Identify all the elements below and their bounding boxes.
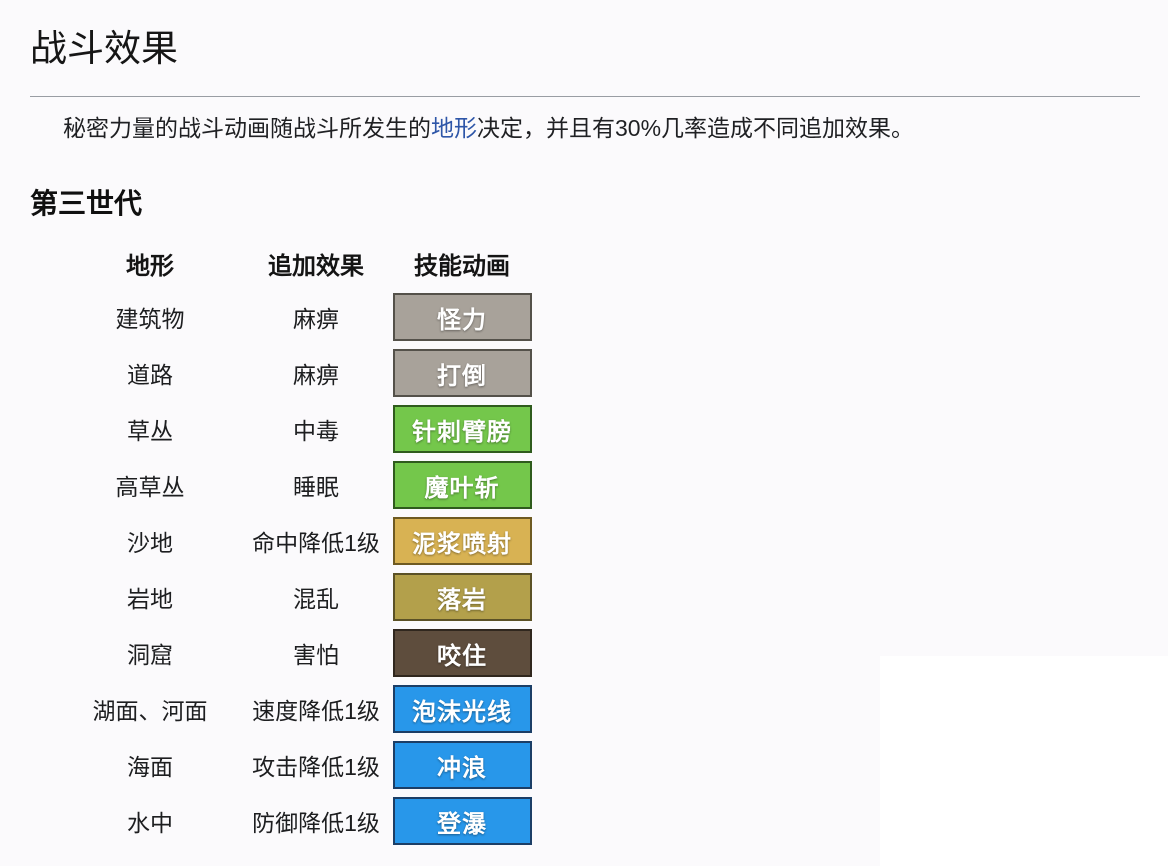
header-effect: 追加效果 xyxy=(240,246,392,281)
animation-box[interactable]: 落岩 xyxy=(393,573,532,621)
terrain-cell: 沙地 xyxy=(60,524,240,558)
terrain-cell: 岩地 xyxy=(60,580,240,614)
terrain-table-body: 建筑物 麻痹 怪力 道路 麻痹 打倒 草丛 中毒 针刺臂膀 高草丛 睡眠 魔叶斩… xyxy=(60,289,1140,849)
terrain-cell: 洞窟 xyxy=(60,636,240,670)
table-header-row: 地形 追加效果 技能动画 xyxy=(60,237,1140,289)
intro-text-after-link: 决定，并且有30%几率造成不同追加效果。 xyxy=(477,115,914,141)
effect-link[interactable]: 睡眠 xyxy=(240,468,392,502)
terrain-link[interactable]: 地形 xyxy=(431,115,477,141)
table-row: 建筑物 麻痹 怪力 xyxy=(60,289,1140,345)
animation-box[interactable]: 打倒 xyxy=(393,349,532,397)
table-row: 洞窟 害怕 咬住 xyxy=(60,625,1140,681)
table-row: 水中 防御降低1级 登瀑 xyxy=(60,793,1140,849)
terrain-cell: 草丛 xyxy=(60,412,240,446)
effect-cell: 速度降低1级 xyxy=(240,692,392,726)
table-row: 高草丛 睡眠 魔叶斩 xyxy=(60,457,1140,513)
table-row: 岩地 混乱 落岩 xyxy=(60,569,1140,625)
terrain-cell: 海面 xyxy=(60,748,240,782)
animation-box[interactable]: 登瀑 xyxy=(393,797,532,845)
animation-box[interactable]: 针刺臂膀 xyxy=(393,405,532,453)
page-title: 战斗效果 xyxy=(30,24,1140,97)
intro-text-before-link: 秘密力量的战斗动画随战斗所发生的 xyxy=(63,115,431,141)
effect-link[interactable]: 害怕 xyxy=(240,636,392,670)
animation-box[interactable]: 怪力 xyxy=(393,293,532,341)
effect-link[interactable]: 混乱 xyxy=(240,580,392,614)
section-title-gen3: 第三世代 xyxy=(30,187,1140,221)
effect-cell: 攻击降低1级 xyxy=(240,748,392,782)
animation-box[interactable]: 泥浆喷射 xyxy=(393,517,532,565)
intro-paragraph: 秘密力量的战斗动画随战斗所发生的地形决定，并且有30%几率造成不同追加效果。 xyxy=(63,113,1140,143)
animation-box[interactable]: 冲浪 xyxy=(393,741,532,789)
animation-box[interactable]: 魔叶斩 xyxy=(393,461,532,509)
effect-link[interactable]: 麻痹 xyxy=(240,300,392,334)
terrain-cell: 道路 xyxy=(60,356,240,390)
table-row: 道路 麻痹 打倒 xyxy=(60,345,1140,401)
effect-cell: 命中降低1级 xyxy=(240,524,392,558)
terrain-cell: 湖面、河面 xyxy=(60,692,240,726)
effect-link[interactable]: 麻痹 xyxy=(240,356,392,390)
table-row: 湖面、河面 速度降低1级 泡沫光线 xyxy=(60,681,1140,737)
effect-link[interactable]: 中毒 xyxy=(240,412,392,446)
terrain-cell: 高草丛 xyxy=(60,468,240,502)
table-row: 海面 攻击降低1级 冲浪 xyxy=(60,737,1140,793)
effect-cell: 防御降低1级 xyxy=(240,804,392,838)
terrain-effects-table: 地形 追加效果 技能动画 建筑物 麻痹 怪力 道路 麻痹 打倒 草丛 中毒 针刺… xyxy=(60,237,1140,849)
terrain-cell: 水中 xyxy=(60,804,240,838)
table-row: 草丛 中毒 针刺臂膀 xyxy=(60,401,1140,457)
animation-box[interactable]: 咬住 xyxy=(393,629,532,677)
article-content: 战斗效果 秘密力量的战斗动画随战斗所发生的地形决定，并且有30%几率造成不同追加… xyxy=(0,0,1168,849)
terrain-cell: 建筑物 xyxy=(60,300,240,334)
header-terrain: 地形 xyxy=(60,246,240,281)
table-row: 沙地 命中降低1级 泥浆喷射 xyxy=(60,513,1140,569)
header-animation: 技能动画 xyxy=(392,246,532,281)
animation-box[interactable]: 泡沫光线 xyxy=(393,685,532,733)
